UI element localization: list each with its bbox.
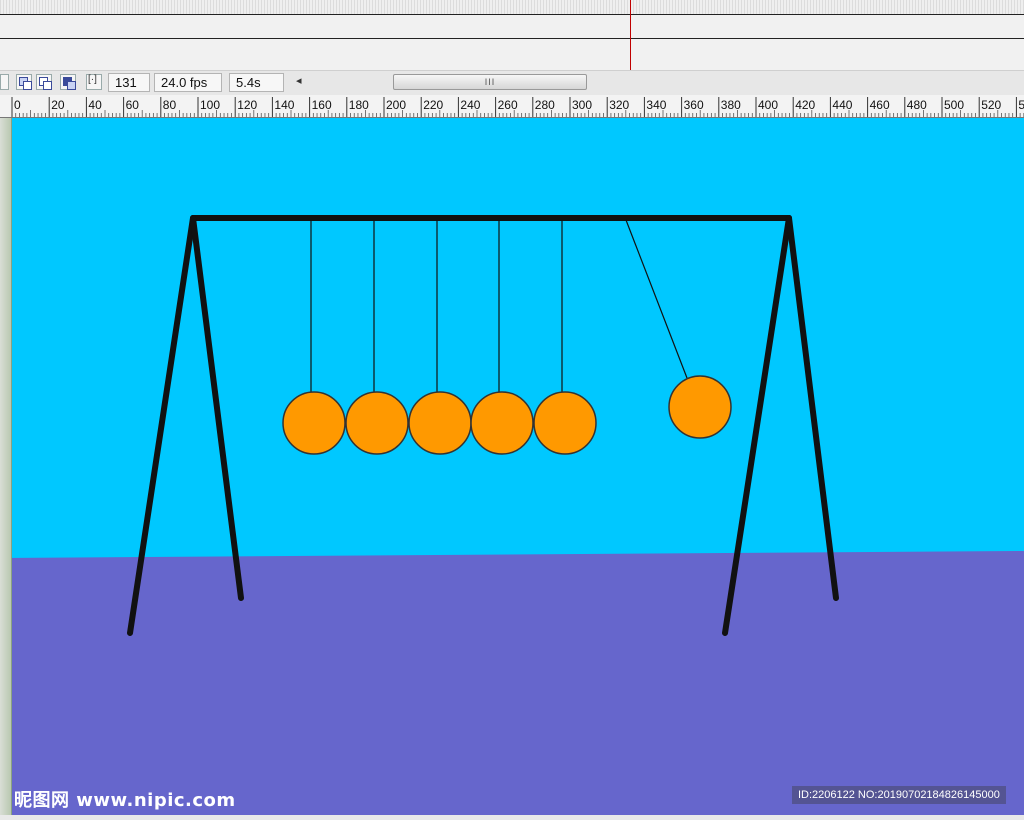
onion-skin-outlines-icon[interactable]: [36, 74, 52, 90]
scroll-left-arrow-icon[interactable]: ◂: [296, 74, 302, 87]
ruler-label: 420: [795, 98, 815, 112]
ruler-label: 80: [163, 98, 177, 112]
pendulum-ball: [533, 391, 597, 455]
ruler-ticks: 0 20 40 60 80 100 120 140 160 180 200 220 240 260 280 3…: [11, 97, 1024, 117]
stage-canvas[interactable]: [0, 118, 1024, 815]
current-frame-field[interactable]: 131: [108, 73, 150, 92]
ruler-label: 260: [498, 98, 518, 112]
playhead-marker[interactable]: [630, 0, 631, 70]
ruler-label: 0: [14, 98, 21, 112]
pendulum-ball: [470, 391, 534, 455]
ruler-label: 240: [460, 98, 480, 112]
ruler-label: 280: [535, 98, 555, 112]
newtons-cradle-scene: [0, 118, 1024, 815]
ruler-label: 360: [684, 98, 704, 112]
pendulum-ball: [408, 391, 472, 455]
ruler-label: 480: [907, 98, 927, 112]
ruler-label: 500: [944, 98, 964, 112]
ruler-label: 400: [758, 98, 778, 112]
modify-onion-markers-icon[interactable]: [·]: [86, 74, 102, 90]
ruler-label: 160: [312, 98, 332, 112]
timeline-toolbar: [·] 131 24.0 fps 5.4s ◂ III: [0, 70, 1024, 96]
pendulum-ball-swinging: [668, 375, 732, 439]
pendulum-ball: [345, 391, 409, 455]
frame-rate-field[interactable]: 24.0 fps: [154, 73, 222, 92]
timeline-layer-divider: [0, 38, 1024, 39]
timeline-panel[interactable]: [0, 0, 1024, 70]
ruler-label: 100: [200, 98, 220, 112]
ruler-label: 200: [386, 98, 406, 112]
ruler-label: 54: [1018, 98, 1024, 112]
ground-background: [0, 551, 1024, 815]
toolbar-button-partial[interactable]: [0, 74, 9, 90]
pendulum-ball: [282, 391, 346, 455]
ruler-label: 300: [572, 98, 592, 112]
horizontal-ruler: 0 20 40 60 80 100 120 140 160 180 200 220 240 260 280 3…: [0, 95, 1024, 118]
ruler-label: 20: [51, 98, 65, 112]
watermark-id: ID:2206122 NO:20190702184826145000: [792, 786, 1006, 804]
ruler-label: 40: [88, 98, 102, 112]
edit-multiple-frames-icon[interactable]: [60, 74, 76, 90]
ruler-label: 60: [126, 98, 140, 112]
timeline-layer-divider: [0, 14, 1024, 15]
stage-left-edge: [0, 118, 12, 815]
onion-skin-icon[interactable]: [16, 74, 32, 90]
watermark-site: 昵图网 www.nipic.com: [14, 790, 236, 811]
ruler-label: 380: [721, 98, 741, 112]
ruler-label: 520: [981, 98, 1001, 112]
ruler-label: 340: [646, 98, 666, 112]
timeline-frame-stripe: [0, 0, 1024, 14]
ruler-label: 460: [870, 98, 890, 112]
timeline-scrollbar-thumb[interactable]: III: [393, 74, 587, 90]
ruler-label: 120: [237, 98, 257, 112]
elapsed-time-field: 5.4s: [229, 73, 284, 92]
ruler-label: 220: [423, 98, 443, 112]
ruler-label: 320: [609, 98, 629, 112]
ruler-label: 140: [274, 98, 294, 112]
ruler-label: 180: [349, 98, 369, 112]
ruler-label: 440: [832, 98, 852, 112]
